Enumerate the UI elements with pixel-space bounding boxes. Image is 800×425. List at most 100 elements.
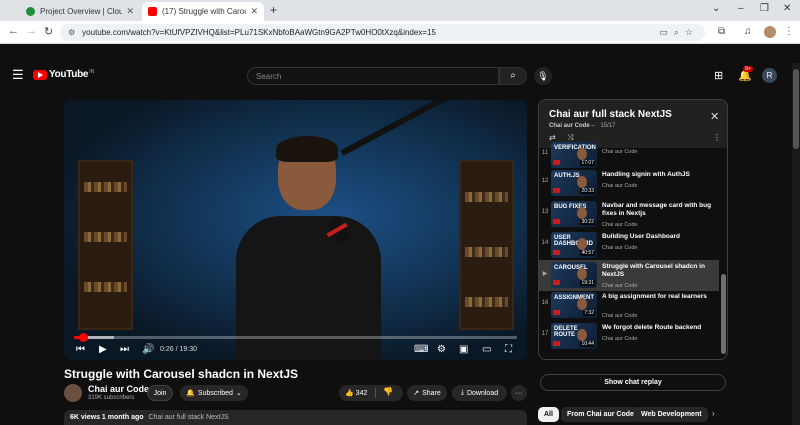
join-button[interactable]: Join <box>147 385 173 401</box>
close-playlist-icon[interactable]: ✕ <box>710 110 719 123</box>
tab-search-icon[interactable]: ⌄ <box>712 3 720 14</box>
subscribed-button[interactable]: 🔔 Subscribed ⌄ <box>180 385 248 401</box>
close-icon[interactable]: ✕ <box>250 6 258 17</box>
playlist-link[interactable]: Chai aur full stack NextJS <box>149 414 229 421</box>
chip-all[interactable]: All <box>538 407 559 422</box>
playlist-item[interactable]: 13 BUG FIXES 30:22 Navbar and message card … <box>539 199 719 230</box>
video-duration: 20:33 <box>580 188 595 194</box>
playlist-item-thumbnail[interactable]: CAROUSEL 19:31 <box>551 262 597 288</box>
like-dislike-group: 👍 342 👎 <box>339 385 403 401</box>
books <box>465 297 508 307</box>
playlist-item-channel: Chai aur Code <box>602 183 638 189</box>
playlist-item-thumbnail[interactable]: BUG FIXES 30:22 <box>551 201 597 227</box>
search-placeholder: Search <box>256 71 282 81</box>
scrollbar-thumb[interactable] <box>721 274 726 354</box>
playlist-item-thumbnail[interactable]: VERIFICATION 17:07 <box>551 142 597 168</box>
subtitles-icon[interactable]: ⌨ <box>414 344 428 355</box>
search-icon: ⌕ <box>510 70 516 81</box>
tab-youtube[interactable]: (17) Struggle with Carousel sha ✕ <box>142 2 264 21</box>
next-icon[interactable]: ⏭ <box>120 344 129 355</box>
download-icon: ⤓ <box>460 389 464 396</box>
back-arrow-icon[interactable]: ← <box>8 25 19 37</box>
playlist-item-channel: Chai aur Code <box>602 283 638 289</box>
media-controls-icon[interactable]: ♫ <box>744 26 752 37</box>
chevron-right-icon[interactable]: › <box>712 409 715 418</box>
description-box[interactable]: 6K views 1 month ago Chai aur full stack… <box>64 410 527 425</box>
playlist-item-thumbnail[interactable]: DELETE ROUTE 10:44 <box>551 323 597 349</box>
voice-search-button[interactable]: 🎙 <box>534 67 552 85</box>
like-button[interactable]: 👍 342 <box>345 389 367 397</box>
scrollbar-thumb[interactable] <box>793 69 799 149</box>
youtube-favicon-icon <box>148 7 157 16</box>
progress-bar[interactable] <box>74 333 517 342</box>
playlist-item-title[interactable]: Building User Dashboard <box>602 233 714 241</box>
playlist-item-title[interactable]: Handling signin with AuthJS <box>602 171 714 179</box>
playlist-item[interactable]: 17 DELETE ROUTE 10:44 We forgot delete Rout… <box>539 321 719 352</box>
fullscreen-icon[interactable]: ⛶ <box>505 344 512 355</box>
video-duration: 19:31 <box>580 280 595 286</box>
channel-name[interactable]: Chai aur Code <box>88 384 149 394</box>
theater-mode-icon[interactable]: ▭ <box>482 344 491 355</box>
search-input[interactable]: Search <box>247 67 499 85</box>
forward-arrow-icon[interactable]: → <box>26 25 37 37</box>
extensions-icon[interactable]: ⧉ <box>718 26 725 37</box>
thumbs-down-icon[interactable]: 👎 <box>383 387 393 396</box>
browser-menu-icon[interactable]: ⋮ <box>784 26 794 37</box>
more-actions-button[interactable]: ··· <box>511 385 527 401</box>
previous-icon[interactable]: ⏮ <box>76 344 85 355</box>
channel-avatar[interactable] <box>64 384 82 402</box>
playlist-item[interactable]: 16 ASSIGNMENT 7:32 A big assignment for rea… <box>539 290 719 321</box>
browser-tab-bar: Project Overview | Cloud: Mon ✕ (17) Str… <box>0 0 800 21</box>
browser-profile-avatar[interactable] <box>764 26 776 38</box>
playlist-item[interactable]: 14 USER DASHBOARD 40:57 Building User Dashb… <box>539 230 719 261</box>
close-icon[interactable]: ✕ <box>126 6 134 17</box>
new-tab-button[interactable]: + <box>270 3 277 17</box>
playlist-item[interactable]: 12 AUTH.JS 20:33 Handling signin with AuthJ… <box>539 168 719 199</box>
playlist-item-title[interactable]: Navbar and message card with bug fixes i… <box>602 202 714 218</box>
playlist-scrollbar[interactable] <box>721 150 726 358</box>
playlist-item-index: 13 <box>541 209 549 215</box>
playlist-item-thumbnail[interactable]: AUTH.JS 20:33 <box>551 170 597 196</box>
account-avatar[interactable]: R <box>762 68 777 83</box>
video-player[interactable]: ⏮ ▶ ⏭ 🔊 0:26 / 19:30 ⌨ ⚙ ▣ ▭ ⛶ <box>64 100 527 360</box>
bookmark-star-icon[interactable]: ☆ <box>685 27 699 37</box>
volume-icon[interactable]: 🔊 <box>142 344 154 355</box>
playlist-item-thumbnail[interactable]: USER DASHBOARD 40:57 <box>551 232 597 258</box>
show-chat-replay-button[interactable]: Show chat replay <box>540 374 726 391</box>
site-info-icon[interactable]: ⚙ <box>68 28 75 37</box>
create-video-icon[interactable]: ⊞ <box>714 69 723 82</box>
bookshelf-left <box>78 160 133 330</box>
notification-count-badge: 9+ <box>743 66 753 72</box>
thumbs-up-icon: 👍 <box>345 390 354 397</box>
chip-from-channel[interactable]: From Chai aur Code <box>561 407 640 422</box>
playlist-item-title[interactable]: Struggle with Carousel shadcn in NextJS <box>602 263 714 279</box>
hamburger-menu-icon[interactable]: ☰ <box>12 67 24 83</box>
playlist-item-title[interactable]: We forgot delete Route backend <box>602 324 714 332</box>
thumbnail-face <box>577 238 587 250</box>
zoom-icon[interactable]: ⌕ <box>674 27 685 37</box>
tab-project-overview[interactable]: Project Overview | Cloud: Mon ✕ <box>20 2 140 21</box>
miniplayer-icon[interactable]: ▣ <box>459 344 468 355</box>
books <box>465 192 508 202</box>
minimize-button[interactable]: – <box>738 3 744 14</box>
youtube-logo[interactable]: YouTube IN <box>33 69 94 80</box>
reload-icon[interactable]: ↻ <box>44 25 53 38</box>
share-button[interactable]: ↗ Share <box>407 385 447 401</box>
cast-icon[interactable]: ▭ <box>659 27 674 37</box>
play-icon[interactable]: ▶ <box>99 344 107 355</box>
chip-web-development[interactable]: Web Development <box>635 407 708 422</box>
playlist-item-title[interactable]: A big assignment for real learners <box>602 293 714 301</box>
playlist-channel[interactable]: Chai aur Code <box>549 123 590 129</box>
page-scrollbar[interactable] <box>792 63 800 425</box>
download-button[interactable]: ⤓ Download <box>452 385 507 401</box>
playlist-item[interactable]: 11 VERIFICATION 17:07 Chai aur Code <box>539 140 719 171</box>
playlist-item[interactable]: ▶ CAROUSEL 19:31 Struggle with Carousel sha… <box>539 260 719 291</box>
thumbnail-face <box>577 176 587 188</box>
window-close-button[interactable]: ✕ <box>783 3 791 14</box>
search-button[interactable]: ⌕ <box>499 67 527 85</box>
playlist-item-thumbnail[interactable]: ASSIGNMENT 7:32 <box>551 292 597 318</box>
playlist-title[interactable]: Chai aur full stack NextJS <box>549 109 672 120</box>
maximize-button[interactable]: ❐ <box>760 3 769 14</box>
address-bar[interactable]: ⚙ youtube.com/watch?v=KtUfVPZIVHQ&list=P… <box>60 24 705 41</box>
settings-gear-icon[interactable]: ⚙ <box>437 344 446 355</box>
